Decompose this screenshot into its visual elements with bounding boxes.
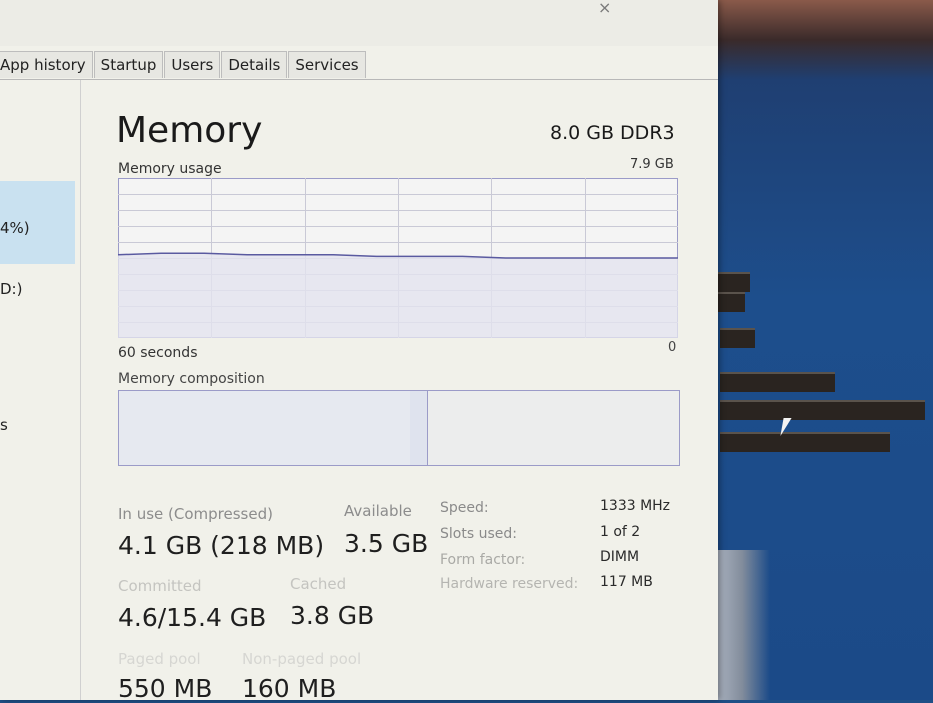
- time-span-label: 60 seconds: [118, 345, 198, 361]
- composition-in-use: [119, 391, 412, 465]
- memory-usage-graph: [118, 178, 678, 338]
- performance-sidebar: [0, 80, 81, 700]
- close-icon[interactable]: ×: [598, 0, 611, 17]
- desktop-background: [700, 0, 933, 700]
- tab-strip: App history Startup Users Details Servic…: [0, 51, 718, 80]
- available-value: 3.5 GB: [344, 529, 429, 558]
- paged-pool-label: Paged pool: [118, 650, 201, 668]
- cached-value: 3.8 GB: [290, 601, 375, 630]
- tab-details[interactable]: Details: [221, 51, 288, 78]
- in-use-label: In use (Compressed): [118, 505, 273, 523]
- pier-5: [720, 400, 925, 420]
- memory-spec: 8.0 GB DDR3: [550, 122, 675, 144]
- sidebar-item-other[interactable]: s: [0, 416, 8, 434]
- memory-composition-bar: [118, 390, 680, 466]
- memory-composition-label: Memory composition: [118, 371, 265, 387]
- page-title: Memory: [116, 110, 263, 151]
- hardware-reserved-label: Hardware reserved:: [440, 576, 579, 592]
- non-paged-pool-value: 160 MB: [242, 674, 337, 703]
- form-factor-value: DIMM: [600, 549, 640, 565]
- cached-label: Cached: [290, 575, 347, 593]
- composition-modified: [410, 391, 428, 465]
- tab-app-history[interactable]: App history: [0, 51, 93, 78]
- pier-3: [720, 328, 755, 348]
- available-label: Available: [344, 502, 412, 520]
- pier-4: [720, 372, 835, 392]
- memory-usage-max: 7.9 GB: [630, 157, 674, 172]
- title-bar: ×: [0, 0, 718, 46]
- pier-2: [715, 292, 745, 312]
- form-factor-label: Form factor:: [440, 552, 526, 568]
- tab-services[interactable]: Services: [288, 51, 366, 78]
- tab-users[interactable]: Users: [164, 51, 221, 78]
- committed-label: Committed: [118, 577, 202, 595]
- pier-6: [720, 432, 890, 452]
- graph-min-label: 0: [668, 340, 677, 355]
- slots-used-value: 1 of 2: [600, 524, 641, 540]
- committed-value: 4.6/15.4 GB: [118, 603, 267, 632]
- hardware-reserved-value: 117 MB: [600, 574, 653, 590]
- task-manager-window: × App history Startup Users Details Serv…: [0, 0, 718, 703]
- speed-value: 1333 MHz: [600, 498, 671, 514]
- slots-used-label: Slots used:: [440, 526, 517, 542]
- tab-startup[interactable]: Startup: [93, 51, 164, 78]
- sidebar-item-memory-percent: 4%): [0, 219, 30, 237]
- non-paged-pool-label: Non-paged pool: [242, 650, 362, 668]
- paged-pool-value: 550 MB: [118, 674, 213, 703]
- memory-usage-area: [118, 253, 678, 338]
- sidebar-item-disk[interactable]: D:): [0, 280, 22, 298]
- speed-label: Speed:: [440, 500, 489, 516]
- in-use-value: 4.1 GB (218 MB): [118, 531, 325, 560]
- memory-usage-label: Memory usage: [118, 161, 222, 177]
